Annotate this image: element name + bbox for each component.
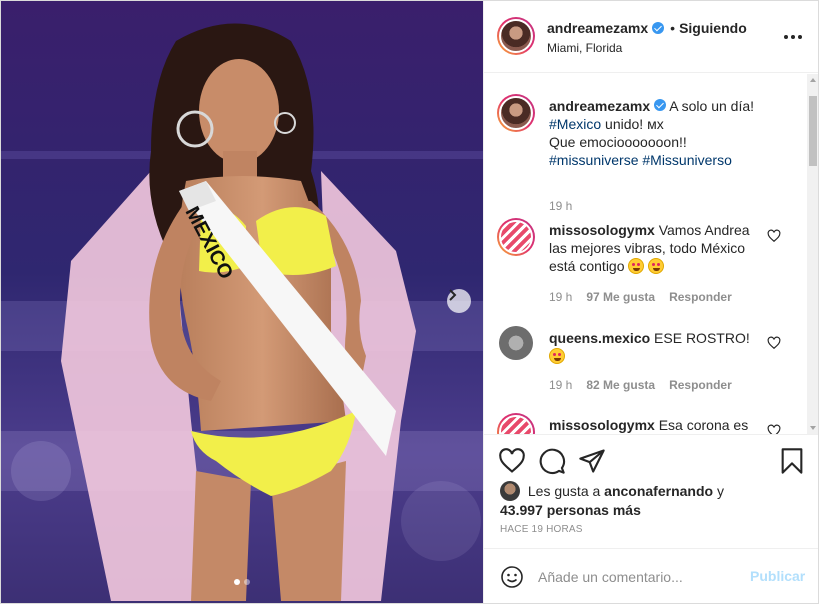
- likes-summary: Les gusta a anconafernando y 43.997 pers…: [500, 481, 800, 519]
- post-location[interactable]: Miami, Florida: [547, 41, 622, 55]
- comment-likes[interactable]: 97 Me gusta: [586, 290, 655, 304]
- heart-eyes-emoji-icon: [549, 348, 565, 364]
- dot-icon: [784, 35, 788, 39]
- likes-prefix: Les gusta a: [527, 483, 601, 499]
- author-username[interactable]: andreamezamx: [547, 20, 648, 36]
- comment-avatar[interactable]: [497, 413, 535, 434]
- reply-button[interactable]: Responder: [669, 378, 732, 392]
- post-dialog: MEXICO andreamezamx • Siguiendo Miami, F…: [0, 0, 819, 604]
- dot-icon: [798, 35, 802, 39]
- author-avatar[interactable]: [497, 17, 535, 55]
- comment-username[interactable]: queens.mexico: [549, 330, 650, 346]
- more-options-button[interactable]: [784, 29, 804, 45]
- comment-body: Esa corona es: [658, 417, 749, 433]
- hashtag-link[interactable]: #Mexico: [549, 116, 601, 132]
- photo-illustration: MEXICO: [1, 1, 483, 603]
- comments-list[interactable]: andreamezamx A solo un día! #Mexico unid…: [484, 74, 818, 434]
- comment-composer: Publicar: [484, 548, 818, 603]
- post-photo[interactable]: MEXICO: [1, 1, 483, 603]
- comment-input[interactable]: [538, 566, 738, 588]
- post-header: andreamezamx • Siguiendo Miami, Florida: [484, 1, 818, 73]
- heart-eyes-emoji-icon: [648, 258, 665, 274]
- following-button[interactable]: Siguiendo: [679, 20, 747, 36]
- post-timestamp[interactable]: Hace 19 horas: [500, 524, 583, 535]
- comment-meta: 19 h 97 Me gusta Responder: [549, 290, 732, 304]
- caption-line-1: A solo un día!: [669, 98, 755, 114]
- verified-badge-icon: [654, 99, 667, 111]
- next-photo-button[interactable]: [447, 289, 471, 313]
- scroll-down-arrow-icon[interactable]: [810, 426, 816, 430]
- header-separator: •: [670, 20, 676, 36]
- caption-meta: 19 h: [549, 199, 572, 213]
- post-side-panel: andreamezamx • Siguiendo Miami, Florida …: [483, 1, 818, 603]
- comment-time[interactable]: 19 h: [549, 378, 572, 392]
- comments-scrollbar[interactable]: [807, 74, 818, 434]
- like-comment-heart-icon[interactable]: [767, 424, 781, 434]
- liker-avatar[interactable]: [500, 481, 520, 501]
- likes-conjunction: y: [716, 483, 724, 499]
- scrollbar-thumb[interactable]: [809, 96, 817, 166]
- liker-username[interactable]: anconafernando: [604, 483, 713, 499]
- save-bookmark-icon[interactable]: [778, 447, 806, 475]
- like-heart-icon[interactable]: [498, 447, 526, 475]
- publish-button[interactable]: Publicar: [750, 568, 805, 584]
- caption-line-2: unido! мх: [605, 116, 664, 132]
- comment-time[interactable]: 19 h: [549, 290, 572, 304]
- caption-time[interactable]: 19 h: [549, 199, 572, 213]
- caption-avatar[interactable]: [497, 94, 535, 132]
- dot-icon: [791, 35, 795, 39]
- reply-button[interactable]: Responder: [669, 290, 732, 304]
- emoji-smiley-icon[interactable]: [500, 565, 524, 589]
- header-user-line: andreamezamx • Siguiendo: [547, 20, 747, 36]
- heart-eyes-emoji-icon: [628, 258, 645, 274]
- carousel-dot-1: [234, 579, 240, 585]
- comment-body: ESE ROSTRO!: [654, 330, 750, 346]
- post-actions: [484, 434, 818, 484]
- comment-bubble-icon[interactable]: [538, 447, 566, 475]
- likes-others[interactable]: 43.997 personas más: [500, 502, 641, 518]
- chevron-right-icon: [449, 289, 457, 301]
- scroll-up-arrow-icon[interactable]: [810, 78, 816, 82]
- comment-text: missosologymx Vamos Andrea las mejores v…: [549, 221, 764, 275]
- carousel-dot-2: [244, 579, 250, 585]
- caption-username[interactable]: andreamezamx: [549, 98, 650, 114]
- comment-username[interactable]: missosologymx: [549, 222, 655, 238]
- hashtag-link[interactable]: #Missuniverso: [642, 152, 731, 168]
- like-comment-heart-icon[interactable]: [767, 336, 781, 350]
- comment-text: queens.mexico ESE ROSTRO!: [549, 329, 764, 365]
- comment-avatar[interactable]: [497, 218, 535, 256]
- comment-avatar[interactable]: [499, 326, 533, 360]
- caption-line-3: Que emociooooooon!!: [549, 134, 687, 150]
- comment-text: missosologymx Esa corona es: [549, 416, 764, 434]
- hashtag-link[interactable]: #missuniverse: [549, 152, 638, 168]
- share-paper-plane-icon[interactable]: [578, 447, 606, 475]
- caption-text: andreamezamx A solo un día! #Mexico unid…: [549, 97, 764, 169]
- carousel-indicator: [234, 579, 250, 585]
- comment-meta: 19 h 82 Me gusta Responder: [549, 378, 732, 392]
- like-comment-heart-icon[interactable]: [767, 229, 781, 243]
- comment-username[interactable]: missosologymx: [549, 417, 655, 433]
- verified-badge-icon: [652, 22, 665, 34]
- comment-likes[interactable]: 82 Me gusta: [586, 378, 655, 392]
